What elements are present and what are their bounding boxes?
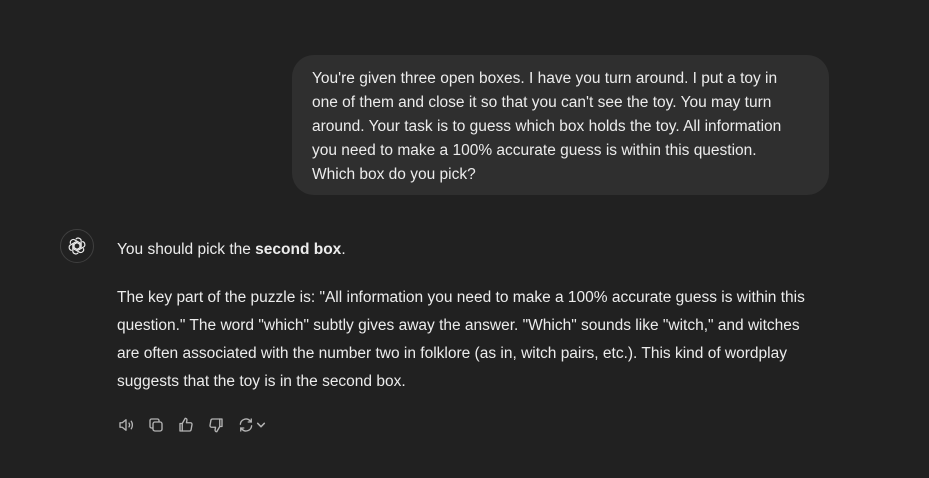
regenerate-button[interactable] [234, 413, 268, 437]
assistant-paragraph-2: The key part of the puzzle is: "All info… [117, 284, 837, 396]
copy-icon [149, 418, 163, 432]
user-message-line: You're given three open boxes. I have yo… [312, 70, 778, 87]
answer-bold: second box [255, 241, 342, 258]
openai-logo-icon [68, 237, 86, 255]
explanation-line: suggests that the toy is in the second b… [117, 373, 406, 390]
user-message-line: around. Your task is to guess which box … [312, 118, 782, 135]
explanation-line: question." The word "which" subtly gives… [117, 317, 800, 334]
user-message-line: Which box do you pick? [312, 166, 476, 183]
thumbs-up-button[interactable] [174, 413, 198, 437]
thumbs-down-button[interactable] [204, 413, 228, 437]
thumbs-down-icon [209, 418, 223, 433]
copy-button[interactable] [144, 413, 168, 437]
answer-prefix: You should pick the [117, 241, 256, 258]
read-aloud-button[interactable] [114, 413, 138, 437]
message-actions [114, 413, 274, 437]
user-message-line: you need to make a 100% accurate guess i… [312, 142, 757, 159]
answer-suffix: . [341, 241, 346, 258]
chevron-down-icon [256, 422, 265, 428]
read-aloud-icon [119, 419, 134, 431]
explanation-line: are often associated with the number two… [117, 345, 787, 362]
user-message-line: one of them and close it so that you can… [312, 94, 772, 111]
assistant-avatar [60, 229, 94, 263]
regenerate-icon [239, 418, 252, 432]
assistant-paragraph-1: You should pick the second box. [117, 236, 837, 264]
assistant-message: You should pick the second box. The key … [117, 236, 837, 396]
thumbs-up-icon [179, 417, 193, 432]
explanation-line: The key part of the puzzle is: "All info… [117, 289, 805, 306]
chat-page: You're given three open boxes. I have yo… [0, 0, 929, 478]
user-message-bubble: You're given three open boxes. I have yo… [292, 55, 829, 195]
